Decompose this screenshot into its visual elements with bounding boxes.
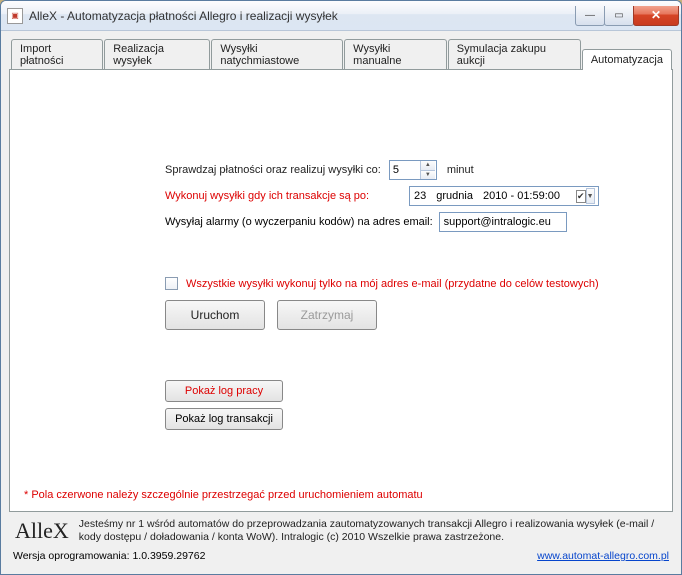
show-transaction-log-button[interactable]: Pokaż log transakcji <box>165 408 283 430</box>
version-label: Wersja oprogramowania: 1.0.3959.29762 <box>13 550 205 562</box>
minimize-button[interactable]: — <box>575 6 605 26</box>
email-input[interactable] <box>439 212 567 232</box>
titlebar[interactable]: ▣ AlleX - Automatyzacja płatności Allegr… <box>1 1 681 31</box>
app-window: ▣ AlleX - Automatyzacja płatności Allegr… <box>0 0 682 575</box>
after-datepicker[interactable]: 23 grudnia 2010 - 01:59:00 ✔ ▼ <box>409 186 599 206</box>
tab-strip: Import płatności Realizacja wysyłek Wysy… <box>9 39 673 70</box>
interval-label: Sprawdzaj płatności oraz realizuj wysyłk… <box>165 164 381 176</box>
run-button[interactable]: Uruchom <box>165 300 265 330</box>
maximize-button[interactable]: ▭ <box>604 6 634 26</box>
window-title: AlleX - Automatyzacja płatności Allegro … <box>29 9 576 23</box>
tab-realize-shipments[interactable]: Realizacja wysyłek <box>104 39 210 70</box>
slogan-text: Jesteśmy nr 1 wśród automatów do przepro… <box>79 518 669 544</box>
app-icon: ▣ <box>7 8 23 24</box>
tab-manual-shipments[interactable]: Wysyłki manualne <box>344 39 447 70</box>
warning-note: * Pola czerwone należy szczególnie przes… <box>24 489 423 501</box>
interval-spin-buttons[interactable]: ▲ ▼ <box>420 161 435 179</box>
spin-down-icon[interactable]: ▼ <box>421 171 435 180</box>
tab-auction-simulation[interactable]: Symulacja zakupu aukcji <box>448 39 581 70</box>
footer: AlleX Jesteśmy nr 1 wśród automatów do p… <box>9 512 673 566</box>
after-day[interactable]: 23 <box>414 190 426 202</box>
interval-unit: minut <box>447 164 474 176</box>
email-label: Wysyłaj alarmy (o wyczerpaniu kodów) na … <box>165 216 433 228</box>
chevron-down-icon[interactable]: ▼ <box>586 188 595 204</box>
website-link[interactable]: www.automat-allegro.com.pl <box>537 550 669 562</box>
spin-up-icon[interactable]: ▲ <box>421 161 435 171</box>
tab-instant-shipments[interactable]: Wysyłki natychmiastowe <box>211 39 343 70</box>
close-button[interactable]: ✕ <box>633 6 679 26</box>
test-mode-checkbox[interactable] <box>165 277 178 290</box>
row-test-mode: Wszystkie wysyłki wykonuj tylko na mój a… <box>165 277 642 290</box>
row-email: Wysyłaj alarmy (o wyczerpaniu kodów) na … <box>165 212 642 232</box>
stop-button[interactable]: Zatrzymaj <box>277 300 377 330</box>
after-label: Wykonuj wysyłki gdy ich transakcje są po… <box>165 190 395 202</box>
after-year-time[interactable]: 2010 - 01:59:00 <box>483 190 560 202</box>
date-enabled-checkbox[interactable]: ✔ <box>576 190 586 203</box>
tab-panel-automation: Sprawdzaj płatności oraz realizuj wysyłk… <box>9 69 673 512</box>
interval-spinner[interactable]: ▲ ▼ <box>389 160 437 180</box>
tab-import-payments[interactable]: Import płatności <box>11 39 103 70</box>
tab-automation[interactable]: Automatyzacja <box>582 49 672 70</box>
test-mode-label: Wszystkie wysyłki wykonuj tylko na mój a… <box>186 278 599 290</box>
row-interval: Sprawdzaj płatności oraz realizuj wysyłk… <box>165 160 642 180</box>
row-after-date: Wykonuj wysyłki gdy ich transakcje są po… <box>165 186 642 206</box>
client-area: Import płatności Realizacja wysyłek Wysy… <box>1 31 681 574</box>
brand-logo: AlleX <box>13 518 69 544</box>
after-month[interactable]: grudnia <box>436 190 473 202</box>
show-work-log-button[interactable]: Pokaż log pracy <box>165 380 283 402</box>
interval-input[interactable] <box>390 164 420 176</box>
